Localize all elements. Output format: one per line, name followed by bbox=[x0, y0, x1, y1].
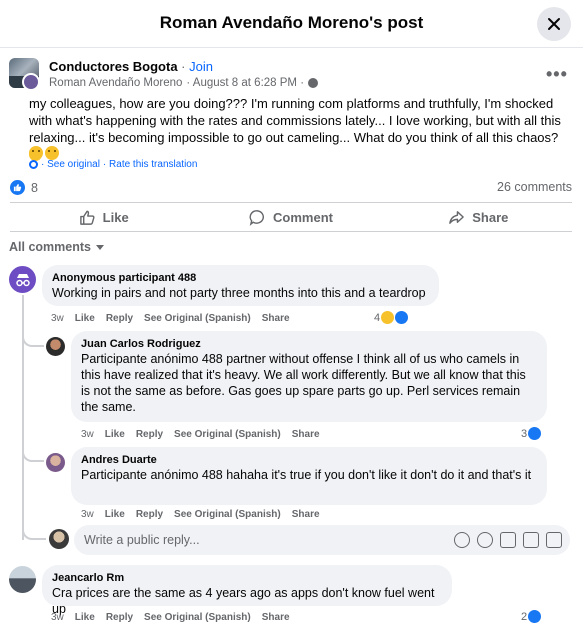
comment-time[interactable]: 3w bbox=[51, 612, 64, 623]
post-body: my colleagues, how are you doing??? I'm … bbox=[29, 95, 569, 163]
like-icon bbox=[395, 311, 409, 324]
thread-connector bbox=[22, 325, 44, 347]
camera-icon[interactable] bbox=[500, 532, 516, 548]
post-meta: Roman Avendaño Moreno · August 8 at 6:28… bbox=[49, 77, 319, 89]
like-icon bbox=[528, 427, 542, 440]
like-button[interactable]: Like bbox=[10, 203, 197, 231]
comment-like-button[interactable]: Like bbox=[105, 509, 125, 520]
post-date[interactable]: · August 8 at 6:28 PM · bbox=[186, 77, 304, 89]
dialog-title: Roman Avendaño Moreno's post bbox=[159, 13, 424, 32]
commenter-name[interactable]: Jeancarlo Rm bbox=[52, 571, 442, 585]
comment-time[interactable]: 3w bbox=[81, 429, 94, 440]
share-icon bbox=[449, 210, 465, 224]
gear-icon bbox=[29, 160, 38, 169]
post-author[interactable]: Roman Avendaño Moreno bbox=[49, 77, 182, 89]
comments-count[interactable]: 26 comments bbox=[497, 180, 572, 194]
reply-placeholder: Write a public reply... bbox=[84, 533, 200, 547]
avatar[interactable] bbox=[46, 337, 65, 356]
comment-actions: 3w Like Reply See Original (Spanish) Sha… bbox=[51, 313, 290, 324]
commenter-name[interactable]: Anonymous participant 488 bbox=[52, 271, 429, 285]
like-count: 8 bbox=[31, 180, 38, 195]
sticker-icon[interactable] bbox=[546, 532, 562, 548]
comment-actions: 3w Like Reply See Original (Spanish) Sha… bbox=[81, 509, 320, 520]
haha-icon bbox=[381, 311, 395, 324]
comment-reply-button[interactable]: Reply bbox=[106, 313, 133, 324]
comment-like-button[interactable]: Like bbox=[105, 429, 125, 440]
see-original-button[interactable]: See Original (Spanish) bbox=[174, 429, 281, 440]
comment-reply-button[interactable]: Reply bbox=[106, 612, 133, 623]
comment-reactions[interactable]: 3 bbox=[521, 427, 542, 440]
avatar[interactable] bbox=[46, 453, 65, 472]
reply-tools bbox=[454, 532, 562, 548]
comment-actions: 3w Like Reply See Original (Spanish) Sha… bbox=[81, 429, 320, 440]
chevron-down-icon bbox=[95, 244, 104, 250]
post-reactions[interactable]: 8 bbox=[10, 180, 38, 195]
comment-button[interactable]: Comment bbox=[197, 203, 384, 231]
group-name[interactable]: Conductores Bogota bbox=[49, 59, 178, 74]
thread-connector bbox=[22, 518, 46, 540]
translation-row: · See original · Rate this translation bbox=[29, 159, 197, 170]
comment-bubble: Anonymous participant 488 Working in pai… bbox=[42, 265, 439, 306]
comment-time[interactable]: 3w bbox=[81, 509, 94, 520]
more-options-button[interactable]: ••• bbox=[546, 64, 568, 85]
comment-share-button[interactable]: Share bbox=[292, 429, 320, 440]
comment-like-button[interactable]: Like bbox=[75, 313, 95, 324]
comment-bubble: Andres Duarte Participante anónimo 488 h… bbox=[71, 447, 547, 505]
comment-time[interactable]: 3w bbox=[51, 313, 64, 324]
commenter-name[interactable]: Andres Duarte bbox=[81, 453, 537, 467]
comment-bubble: Jeancarlo Rm Cra prices are the same as … bbox=[42, 565, 452, 616]
author-avatar[interactable] bbox=[22, 73, 40, 91]
see-original-button[interactable]: See Original (Spanish) bbox=[144, 313, 251, 324]
post-emoji-row bbox=[29, 146, 59, 160]
comment-icon bbox=[249, 209, 265, 226]
globe-icon bbox=[308, 78, 319, 88]
comment-actions: 3w Like Reply See Original (Spanish) Sha… bbox=[51, 612, 290, 623]
emoji-icon[interactable] bbox=[477, 532, 493, 548]
comment-reply-button[interactable]: Reply bbox=[136, 429, 163, 440]
dialog-header: Roman Avendaño Moreno's post bbox=[0, 0, 583, 48]
comment-share-button[interactable]: Share bbox=[262, 313, 290, 324]
see-original-button[interactable]: See Original (Spanish) bbox=[174, 509, 281, 520]
comment-share-button[interactable]: Share bbox=[262, 612, 290, 623]
avatar-sticker-icon[interactable] bbox=[454, 532, 470, 548]
comment-text: Participante anónimo 488 hahaha it's tru… bbox=[81, 468, 532, 482]
like-icon bbox=[10, 180, 25, 195]
rate-translation-link[interactable]: · Rate this translation bbox=[103, 159, 198, 170]
see-original-link[interactable]: · See original bbox=[41, 159, 100, 170]
see-original-button[interactable]: See Original (Spanish) bbox=[144, 612, 251, 623]
comment-reactions[interactable]: 2 bbox=[521, 610, 542, 623]
gif-icon[interactable] bbox=[523, 532, 539, 548]
join-link[interactable]: Join bbox=[189, 59, 213, 74]
post-action-bar: Like Comment Share bbox=[10, 202, 572, 232]
reply-input[interactable]: Write a public reply... bbox=[74, 525, 570, 555]
comment-reactions[interactable]: 4 bbox=[374, 311, 409, 324]
comment-bubble: Juan Carlos Rodriguez Participante anóni… bbox=[71, 331, 547, 422]
comment-filter-dropdown[interactable]: All comments bbox=[9, 240, 104, 254]
anonymous-avatar[interactable] bbox=[9, 266, 36, 293]
close-button[interactable] bbox=[537, 7, 571, 41]
avatar[interactable] bbox=[9, 566, 36, 593]
comment-like-button[interactable]: Like bbox=[75, 612, 95, 623]
comment-text: Participante anónimo 488 partner without… bbox=[81, 352, 526, 414]
my-avatar[interactable] bbox=[49, 529, 69, 549]
close-icon bbox=[548, 18, 560, 30]
thread-connector bbox=[22, 440, 44, 462]
comment-share-button[interactable]: Share bbox=[292, 509, 320, 520]
commenter-name[interactable]: Juan Carlos Rodriguez bbox=[81, 337, 537, 351]
comment-reply-button[interactable]: Reply bbox=[136, 509, 163, 520]
share-button[interactable]: Share bbox=[385, 203, 572, 231]
tired-emoji-icon bbox=[45, 146, 59, 160]
thumbs-up-icon bbox=[79, 210, 95, 225]
group-line: Conductores Bogota · Join bbox=[49, 59, 213, 74]
incognito-icon bbox=[15, 273, 30, 286]
worried-emoji-icon bbox=[29, 146, 43, 160]
like-icon bbox=[528, 610, 542, 623]
comment-text: Working in pairs and not party three mon… bbox=[52, 286, 426, 300]
